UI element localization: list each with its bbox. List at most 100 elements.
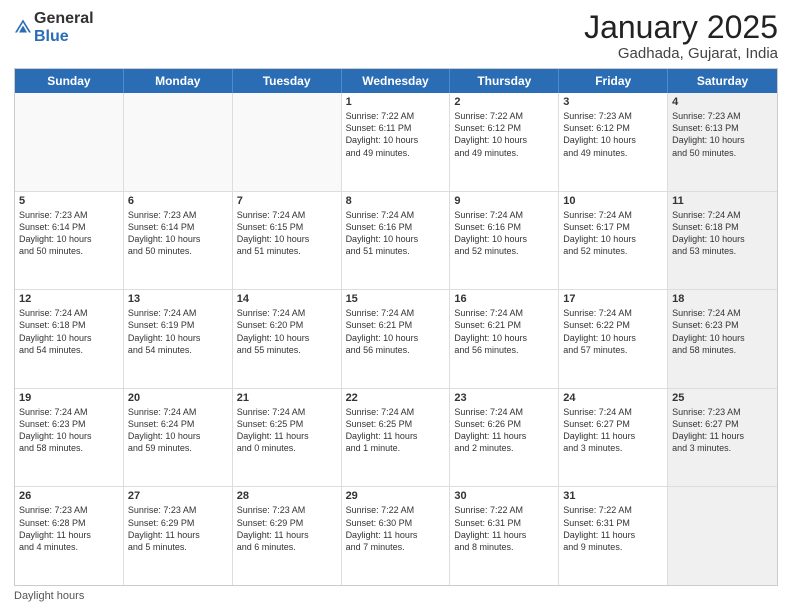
- calendar-day-12: 12 Sunrise: 7:24 AM Sunset: 6:18 PM Dayli…: [15, 290, 124, 388]
- day-number: 19: [19, 392, 119, 404]
- day-number: 22: [346, 392, 446, 404]
- cell-info: Sunrise: 7:23 AM Sunset: 6:13 PM Dayligh…: [672, 110, 773, 159]
- calendar-day-18: 18 Sunrise: 7:24 AM Sunset: 6:23 PM Dayli…: [668, 290, 777, 388]
- calendar-row-2: 5 Sunrise: 7:23 AM Sunset: 6:14 PM Daylig…: [15, 192, 777, 291]
- weekday-header-friday: Friday: [559, 69, 668, 93]
- weekday-header-saturday: Saturday: [668, 69, 777, 93]
- day-number: 15: [346, 293, 446, 305]
- calendar-day-22: 22 Sunrise: 7:24 AM Sunset: 6:25 PM Dayli…: [342, 389, 451, 487]
- calendar-day-23: 23 Sunrise: 7:24 AM Sunset: 6:26 PM Dayli…: [450, 389, 559, 487]
- cell-info: Sunrise: 7:23 AM Sunset: 6:29 PM Dayligh…: [237, 504, 337, 553]
- cell-info: Sunrise: 7:22 AM Sunset: 6:31 PM Dayligh…: [563, 504, 663, 553]
- location-subtitle: Gadhada, Gujarat, India: [584, 45, 778, 62]
- calendar-day-28: 28 Sunrise: 7:23 AM Sunset: 6:29 PM Dayli…: [233, 487, 342, 585]
- cell-info: Sunrise: 7:24 AM Sunset: 6:17 PM Dayligh…: [563, 209, 663, 258]
- calendar-day-1: 1Sunrise: 7:22 AM Sunset: 6:11 PM Daylig…: [342, 93, 451, 191]
- calendar-day-2: 2 Sunrise: 7:22 AM Sunset: 6:12 PM Daylig…: [450, 93, 559, 191]
- cell-info: Sunrise: 7:24 AM Sunset: 6:25 PM Dayligh…: [237, 406, 337, 455]
- title-block: January 2025 Gadhada, Gujarat, India: [584, 10, 778, 62]
- day-number: 25: [672, 392, 773, 404]
- weekday-header-sunday: Sunday: [15, 69, 124, 93]
- cell-info: Sunrise: 7:24 AM Sunset: 6:19 PM Dayligh…: [128, 307, 228, 356]
- day-number: 28: [237, 490, 337, 502]
- calendar-header: SundayMondayTuesdayWednesdayThursdayFrid…: [15, 69, 777, 93]
- logo: General Blue: [14, 10, 94, 46]
- calendar-day-8: 8 Sunrise: 7:24 AM Sunset: 6:16 PM Daylig…: [342, 192, 451, 290]
- calendar-day-19: 19Sunrise: 7:24 AM Sunset: 6:23 PM Dayli…: [15, 389, 124, 487]
- cell-info: Sunrise: 7:24 AM Sunset: 6:20 PM Dayligh…: [237, 307, 337, 356]
- cell-info: Sunrise: 7:22 AM Sunset: 6:11 PM Dayligh…: [346, 110, 446, 159]
- calendar-day-17: 17 Sunrise: 7:24 AM Sunset: 6:22 PM Dayli…: [559, 290, 668, 388]
- cell-info: Sunrise: 7:24 AM Sunset: 6:16 PM Dayligh…: [346, 209, 446, 258]
- weekday-header-wednesday: Wednesday: [342, 69, 451, 93]
- day-number: 24: [563, 392, 663, 404]
- calendar-empty-cell: [124, 93, 233, 191]
- month-title: January 2025: [584, 10, 778, 45]
- day-number: 10: [563, 195, 663, 207]
- cell-info: Sunrise: 7:24 AM Sunset: 6:24 PM Dayligh…: [128, 406, 228, 455]
- calendar-day-20: 20Sunrise: 7:24 AM Sunset: 6:24 PM Dayli…: [124, 389, 233, 487]
- logo-general-text: General: [34, 10, 94, 27]
- cell-info: Sunrise: 7:23 AM Sunset: 6:29 PM Dayligh…: [128, 504, 228, 553]
- day-number: 13: [128, 293, 228, 305]
- calendar-row-5: 26 Sunrise: 7:23 AM Sunset: 6:28 PM Dayli…: [15, 487, 777, 585]
- page-header: General Blue January 2025 Gadhada, Gujar…: [14, 10, 778, 62]
- calendar-day-24: 24Sunrise: 7:24 AM Sunset: 6:27 PM Dayli…: [559, 389, 668, 487]
- calendar-day-13: 13 Sunrise: 7:24 AM Sunset: 6:19 PM Dayli…: [124, 290, 233, 388]
- calendar-day-9: 9Sunrise: 7:24 AM Sunset: 6:16 PM Daylig…: [450, 192, 559, 290]
- cell-info: Sunrise: 7:24 AM Sunset: 6:25 PM Dayligh…: [346, 406, 446, 455]
- cell-info: Sunrise: 7:24 AM Sunset: 6:23 PM Dayligh…: [672, 307, 773, 356]
- cell-info: Sunrise: 7:23 AM Sunset: 6:28 PM Dayligh…: [19, 504, 119, 553]
- day-number: 12: [19, 293, 119, 305]
- calendar-day-15: 15 Sunrise: 7:24 AM Sunset: 6:21 PM Dayli…: [342, 290, 451, 388]
- day-number: 17: [563, 293, 663, 305]
- cell-info: Sunrise: 7:23 AM Sunset: 6:12 PM Dayligh…: [563, 110, 663, 159]
- calendar-row-3: 12 Sunrise: 7:24 AM Sunset: 6:18 PM Dayli…: [15, 290, 777, 389]
- calendar-body: 1Sunrise: 7:22 AM Sunset: 6:11 PM Daylig…: [15, 93, 777, 585]
- cell-info: Sunrise: 7:24 AM Sunset: 6:21 PM Dayligh…: [454, 307, 554, 356]
- calendar: SundayMondayTuesdayWednesdayThursdayFrid…: [14, 68, 778, 586]
- calendar-day-3: 3 Sunrise: 7:23 AM Sunset: 6:12 PM Daylig…: [559, 93, 668, 191]
- calendar-day-31: 31Sunrise: 7:22 AM Sunset: 6:31 PM Dayli…: [559, 487, 668, 585]
- calendar-day-4: 4 Sunrise: 7:23 AM Sunset: 6:13 PM Daylig…: [668, 93, 777, 191]
- day-number: 5: [19, 195, 119, 207]
- day-number: 3: [563, 96, 663, 108]
- cell-info: Sunrise: 7:24 AM Sunset: 6:15 PM Dayligh…: [237, 209, 337, 258]
- weekday-header-monday: Monday: [124, 69, 233, 93]
- logo-blue-text: Blue: [34, 28, 69, 45]
- cell-info: Sunrise: 7:24 AM Sunset: 6:26 PM Dayligh…: [454, 406, 554, 455]
- day-number: 23: [454, 392, 554, 404]
- cell-info: Sunrise: 7:23 AM Sunset: 6:27 PM Dayligh…: [672, 406, 773, 455]
- cell-info: Sunrise: 7:24 AM Sunset: 6:18 PM Dayligh…: [672, 209, 773, 258]
- cell-info: Sunrise: 7:23 AM Sunset: 6:14 PM Dayligh…: [128, 209, 228, 258]
- cell-info: Sunrise: 7:23 AM Sunset: 6:14 PM Dayligh…: [19, 209, 119, 258]
- calendar-day-10: 10 Sunrise: 7:24 AM Sunset: 6:17 PM Dayli…: [559, 192, 668, 290]
- day-number: 2: [454, 96, 554, 108]
- footer-note: Daylight hours: [14, 590, 778, 602]
- calendar-day-16: 16 Sunrise: 7:24 AM Sunset: 6:21 PM Dayli…: [450, 290, 559, 388]
- day-number: 4: [672, 96, 773, 108]
- calendar-row-1: 1Sunrise: 7:22 AM Sunset: 6:11 PM Daylig…: [15, 93, 777, 192]
- day-number: 18: [672, 293, 773, 305]
- calendar-day-7: 7Sunrise: 7:24 AM Sunset: 6:15 PM Daylig…: [233, 192, 342, 290]
- day-number: 11: [672, 195, 773, 207]
- cell-info: Sunrise: 7:22 AM Sunset: 6:30 PM Dayligh…: [346, 504, 446, 553]
- day-number: 26: [19, 490, 119, 502]
- calendar-empty-cell: [668, 487, 777, 585]
- cell-info: Sunrise: 7:22 AM Sunset: 6:12 PM Dayligh…: [454, 110, 554, 159]
- calendar-day-14: 14Sunrise: 7:24 AM Sunset: 6:20 PM Dayli…: [233, 290, 342, 388]
- weekday-header-tuesday: Tuesday: [233, 69, 342, 93]
- cell-info: Sunrise: 7:24 AM Sunset: 6:21 PM Dayligh…: [346, 307, 446, 356]
- calendar-empty-cell: [233, 93, 342, 191]
- day-number: 30: [454, 490, 554, 502]
- cell-info: Sunrise: 7:24 AM Sunset: 6:18 PM Dayligh…: [19, 307, 119, 356]
- day-number: 8: [346, 195, 446, 207]
- day-number: 16: [454, 293, 554, 305]
- cell-info: Sunrise: 7:24 AM Sunset: 6:22 PM Dayligh…: [563, 307, 663, 356]
- day-number: 29: [346, 490, 446, 502]
- calendar-day-27: 27Sunrise: 7:23 AM Sunset: 6:29 PM Dayli…: [124, 487, 233, 585]
- cell-info: Sunrise: 7:24 AM Sunset: 6:16 PM Dayligh…: [454, 209, 554, 258]
- calendar-day-25: 25 Sunrise: 7:23 AM Sunset: 6:27 PM Dayli…: [668, 389, 777, 487]
- calendar-day-30: 30Sunrise: 7:22 AM Sunset: 6:31 PM Dayli…: [450, 487, 559, 585]
- calendar-day-6: 6Sunrise: 7:23 AM Sunset: 6:14 PM Daylig…: [124, 192, 233, 290]
